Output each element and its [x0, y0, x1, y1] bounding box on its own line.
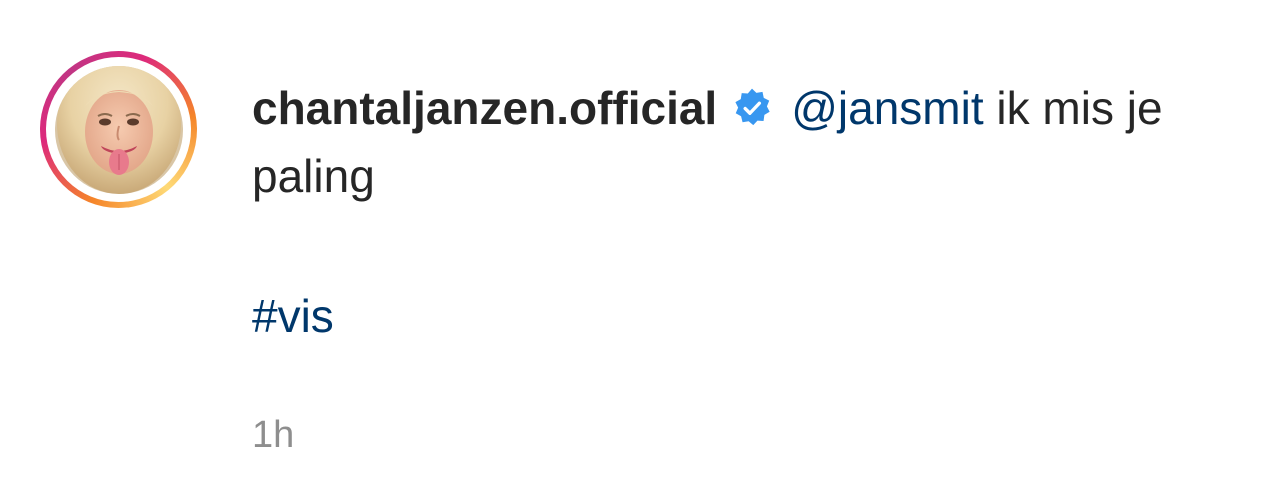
- verified-badge-icon: [731, 79, 773, 126]
- post-caption: chantaljanzen.official @jansmit ik mis j…: [252, 74, 1242, 210]
- avatar-story-ring[interactable]: [40, 51, 197, 208]
- mention-link[interactable]: @jansmit: [791, 82, 983, 134]
- post-timestamp[interactable]: 1h: [252, 410, 294, 460]
- author-username-link[interactable]: chantaljanzen.official: [252, 82, 717, 134]
- hashtag-line: #vis: [252, 282, 334, 350]
- avatar-gap: [46, 57, 191, 202]
- avatar[interactable]: [54, 65, 183, 194]
- hashtag-link[interactable]: #vis: [252, 290, 334, 342]
